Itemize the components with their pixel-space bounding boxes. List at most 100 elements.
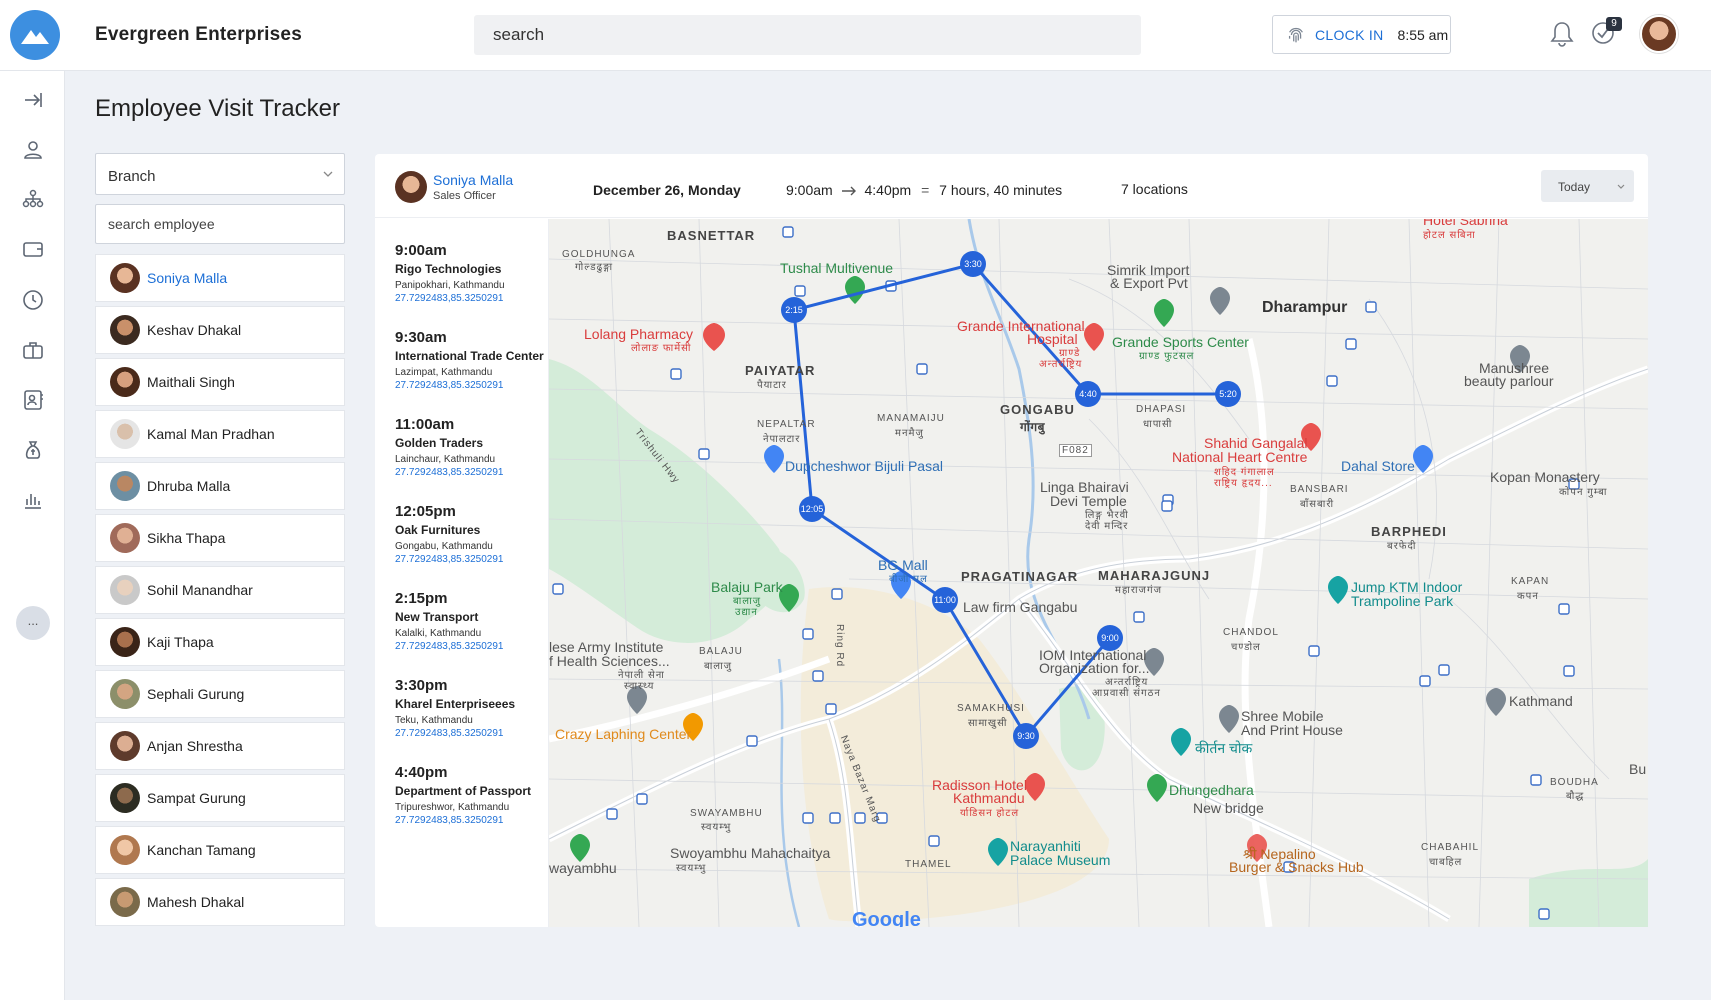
visit-item[interactable]: 11:00am Golden Traders Lainchaur, Kathma… <box>395 416 545 478</box>
route-stop-marker[interactable]: 12:05 <box>799 496 825 522</box>
map-label: महाराजगंज <box>1115 585 1163 596</box>
employee-avatar <box>110 679 140 709</box>
contact-icon[interactable] <box>21 388 45 412</box>
branch-select[interactable]: Branch <box>95 153 345 195</box>
map-label: Palace Museum <box>1010 852 1111 868</box>
user-icon[interactable] <box>21 138 45 162</box>
map-label: BASNETTAR <box>667 228 756 243</box>
route-map[interactable]: 9:00 9:30 11:00 12:05 2:15 3:30 4:40 5:20 BASNE… <box>549 219 1648 927</box>
map-label: Tushal Multivenue <box>780 260 894 276</box>
map-label: मनमैजु <box>895 428 924 439</box>
visit-name: Rigo Technologies <box>395 262 502 276</box>
route-stop-marker[interactable]: 3:30 <box>960 251 986 277</box>
employee-item[interactable]: Dhruba Malla <box>95 462 345 510</box>
employee-avatar <box>110 263 140 293</box>
map-label: होटल सबिना <box>1423 230 1476 241</box>
visit-item[interactable]: 12:05pm Oak Furnitures Gongabu, Kathmand… <box>395 503 545 565</box>
more-button[interactable]: ... <box>16 606 50 640</box>
visit-time: 4:40pm <box>395 764 448 781</box>
employee-item[interactable]: Sephali Gurung <box>95 670 345 718</box>
employee-item[interactable]: Maithali Singh <box>95 358 345 406</box>
map-label: देवी मन्दिर <box>1085 521 1129 532</box>
visit-coords[interactable]: 27.7292483,85.3250291 <box>395 554 545 565</box>
employee-item[interactable]: Keshav Dhakal <box>95 306 345 354</box>
bell-icon[interactable] <box>1549 20 1575 48</box>
employee-item[interactable]: Soniya Malla <box>95 254 345 302</box>
chevron-down-icon <box>323 171 333 177</box>
employee-name: Soniya Malla <box>147 270 228 286</box>
top-bar: Evergreen Enterprises CLOCK IN 8:55 am 9 <box>0 0 1711 71</box>
route-stop-marker[interactable]: 9:30 <box>1013 723 1039 749</box>
bar-chart-icon[interactable] <box>21 488 45 512</box>
visit-item[interactable]: 2:15pm New Transport Kalalki, Kathmandu … <box>395 590 545 652</box>
search-input[interactable] <box>474 15 1141 55</box>
employee-item[interactable]: Sampat Gurung <box>95 774 345 822</box>
employee-search-input[interactable] <box>95 204 345 244</box>
visit-coords[interactable]: 27.7292483,85.3250291 <box>395 815 545 826</box>
employee-item[interactable]: Sikha Thapa <box>95 514 345 562</box>
employee-item[interactable]: Mahesh Dhakal <box>95 878 345 926</box>
visit-coords[interactable]: 27.7292483,85.3250291 <box>395 728 545 739</box>
map-label: wayambhu <box>549 860 617 876</box>
google-logo: Google <box>852 909 921 927</box>
visit-coords[interactable]: 27.7292483,85.3250291 <box>395 467 545 478</box>
visit-time: 9:30am <box>395 329 447 346</box>
map-label: कोपन गुम्बा <box>1559 487 1608 498</box>
end-time: 4:40pm <box>864 182 912 198</box>
visit-item[interactable]: 9:00am Rigo Technologies Panipokhari, Ka… <box>395 242 545 304</box>
visit-coords[interactable]: 27.7292483,85.3250291 <box>395 380 545 391</box>
selected-employee-name[interactable]: Soniya Malla <box>433 172 513 188</box>
clock-icon[interactable] <box>21 288 45 312</box>
map-label: Swoyambhu Mahachaitya <box>670 845 831 861</box>
map-label: F082 <box>1059 444 1092 457</box>
visit-name: Kharel Enterpriseees <box>395 697 516 711</box>
visit-item[interactable]: 3:30pm Kharel Enterpriseees Teku, Kathma… <box>395 677 545 739</box>
visit-item[interactable]: 4:40pm Department of Passport Tripureshw… <box>395 764 545 826</box>
employee-item[interactable]: Kaji Thapa <box>95 618 345 666</box>
employee-item[interactable]: Kanchan Tamang <box>95 826 345 874</box>
wallet-icon[interactable] <box>21 237 45 261</box>
selected-employee-role: Sales Officer <box>433 190 496 202</box>
location-count: 7 locations <box>1121 181 1188 197</box>
employee-name: Anjan Shrestha <box>147 738 243 754</box>
visit-time: 11:00am <box>395 416 455 433</box>
employee-item[interactable]: Kamal Man Pradhan <box>95 410 345 458</box>
employee-avatar <box>110 523 140 553</box>
employee-avatar <box>110 887 140 917</box>
clock-in-button[interactable]: CLOCK IN 8:55 am <box>1272 15 1451 54</box>
map-label: चाबहिल <box>1429 857 1463 868</box>
employee-item[interactable]: Anjan Shrestha <box>95 722 345 770</box>
visit-item[interactable]: 9:30am International Trade Center Lazimp… <box>395 329 545 391</box>
map-label: बाँसबारी <box>1300 499 1335 510</box>
visit-address: Lazimpat, Kathmandu <box>395 367 493 378</box>
employee-name: Sampat Gurung <box>147 790 246 806</box>
map-label: MAHARAJGUNJ <box>1098 568 1211 583</box>
page-title: Employee Visit Tracker <box>95 95 340 122</box>
date-range-select[interactable]: Today <box>1541 170 1634 202</box>
map-label: CHANDOL <box>1223 627 1279 638</box>
employee-list: Soniya Malla Keshav Dhakal Maithali Sing… <box>95 254 345 930</box>
map-label: Kathmand <box>1509 693 1573 709</box>
org-chart-icon[interactable] <box>21 187 45 211</box>
visit-name: Golden Traders <box>395 436 484 450</box>
map-label: बरफेदी <box>1387 541 1417 552</box>
branch-select-value: Branch <box>108 168 156 185</box>
route-stop-label: 12:05 <box>801 504 824 514</box>
visit-coords[interactable]: 27.7292483,85.3250291 <box>395 293 545 304</box>
visit-coords[interactable]: 27.7292483,85.3250291 <box>395 641 545 652</box>
employee-name: Kaji Thapa <box>147 634 214 650</box>
route-stop-marker[interactable]: 2:15 <box>781 297 807 323</box>
route-stop-label: 2:15 <box>785 305 803 315</box>
employee-name: Maithali Singh <box>147 374 235 390</box>
map-label: New bridge <box>1193 800 1264 816</box>
collapse-icon[interactable] <box>21 88 45 112</box>
briefcase-icon[interactable] <box>21 338 45 362</box>
company-logo[interactable] <box>10 10 60 60</box>
route-stop-marker[interactable]: 11:00 <box>932 587 958 613</box>
route-stop-marker[interactable]: 4:40 <box>1075 381 1101 407</box>
employee-name: Sohil Manandhar <box>147 582 253 598</box>
user-avatar[interactable] <box>1640 15 1678 53</box>
money-bag-icon[interactable] <box>21 438 45 462</box>
route-stop-marker[interactable]: 5:20 <box>1215 381 1241 407</box>
employee-item[interactable]: Sohil Manandhar <box>95 566 345 614</box>
